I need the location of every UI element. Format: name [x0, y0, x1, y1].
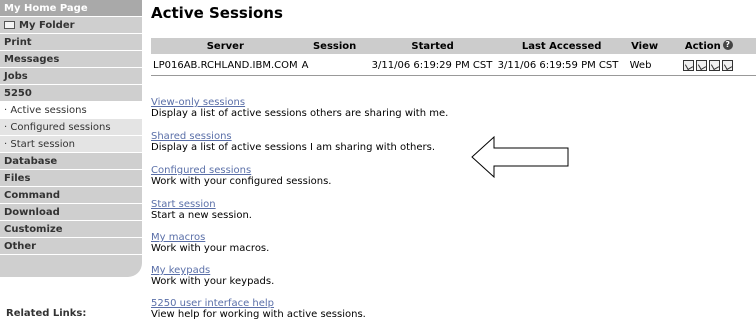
cell-session: A [299, 57, 370, 76]
table-header-row: Server Session Started Last Accessed Vie… [151, 38, 756, 54]
sidebar-item-customize[interactable]: Customize [0, 221, 142, 238]
link-start-session[interactable]: Start session [151, 199, 252, 210]
cell-server: LP016AB.RCHLAND.IBM.COM [151, 57, 300, 76]
sidebar-item-database[interactable]: Database [0, 153, 142, 170]
sidebar-item-print[interactable]: Print [0, 34, 142, 51]
column-header-action: Action? [661, 38, 756, 54]
sidebar-item-active-sessions[interactable]: · Active sessions [0, 102, 142, 119]
folder-icon [4, 21, 15, 29]
link-group-keypads: My keypads Work with your keypads. [151, 265, 274, 287]
link-group-view-only: View-only sessions Display a list of act… [151, 97, 448, 119]
sidebar-item-my-home-page[interactable]: My Home Page [0, 0, 142, 17]
link-configured-sessions[interactable]: Configured sessions [151, 165, 331, 176]
link-view-only-sessions[interactable]: View-only sessions [151, 97, 448, 108]
link-description: View help for working with active sessio… [151, 309, 366, 320]
sidebar-item-configured-sessions[interactable]: · Configured sessions [0, 119, 142, 136]
page-title: Active Sessions [151, 4, 283, 22]
column-header-action-label: Action [684, 41, 721, 52]
link-group-configured: Configured sessions Work with your confi… [151, 165, 331, 187]
sessions-table: Server Session Started Last Accessed Vie… [151, 38, 756, 76]
table-row: LP016AB.RCHLAND.IBM.COM A 3/11/06 6:19:2… [151, 57, 756, 76]
sidebar-item-messages[interactable]: Messages [0, 51, 142, 68]
column-header-server: Server [151, 38, 300, 54]
column-header-last-accessed: Last Accessed [495, 38, 628, 54]
link-shared-sessions[interactable]: Shared sessions [151, 131, 435, 142]
link-description: Display a list of active sessions I am s… [151, 142, 436, 153]
callout-arrow-icon [471, 135, 569, 179]
link-group-shared: Shared sessions Display a list of active… [151, 131, 435, 153]
stop-session-icon[interactable] [721, 60, 733, 71]
link-description: Display a list of active sessions others… [151, 108, 449, 119]
cell-action [661, 57, 756, 76]
link-5250-help[interactable]: 5250 user interface help [151, 298, 366, 309]
sidebar-nav: My Home Page My Folder Print Messages Jo… [0, 0, 142, 322]
edit-session-icon[interactable] [708, 60, 720, 71]
open-session-icon[interactable] [682, 60, 694, 71]
link-group-macros: My macros Work with your macros. [151, 232, 269, 254]
link-my-keypads[interactable]: My keypads [151, 265, 274, 276]
sidebar-item-download[interactable]: Download [0, 204, 142, 221]
link-group-start: Start session Start a new session. [151, 199, 252, 221]
related-links-label: Related Links: [6, 308, 87, 319]
sidebar-item-files[interactable]: Files [0, 170, 142, 187]
sidebar-item-label: My Folder [19, 20, 75, 31]
cell-started: 3/11/06 6:19:29 PM CST [369, 57, 496, 76]
help-icon[interactable]: ? [722, 40, 733, 50]
sidebar-item-my-folder[interactable]: My Folder [0, 17, 142, 34]
share-session-icon[interactable] [695, 60, 707, 71]
sidebar-item-command[interactable]: Command [0, 187, 142, 204]
column-header-started: Started [369, 38, 496, 54]
column-header-session: Session [299, 38, 370, 54]
link-description: Start a new session. [151, 210, 252, 221]
sidebar-item-5250[interactable]: 5250 [0, 85, 142, 102]
link-description: Work with your macros. [151, 243, 270, 254]
link-my-macros[interactable]: My macros [151, 232, 269, 243]
sidebar-item-start-session[interactable]: · Start session [0, 136, 142, 153]
cell-last-accessed: 3/11/06 6:19:59 PM CST [495, 57, 628, 76]
cell-view: Web [627, 57, 662, 76]
sidebar-item-other[interactable]: Other [0, 238, 142, 255]
sidebar-item-jobs[interactable]: Jobs [0, 68, 142, 85]
link-group-help: 5250 user interface help View help for w… [151, 298, 366, 320]
link-description: Work with your keypads. [151, 276, 275, 287]
column-header-view: View [627, 38, 662, 54]
link-description: Work with your configured sessions. [151, 176, 332, 187]
sidebar-filler [0, 255, 142, 277]
